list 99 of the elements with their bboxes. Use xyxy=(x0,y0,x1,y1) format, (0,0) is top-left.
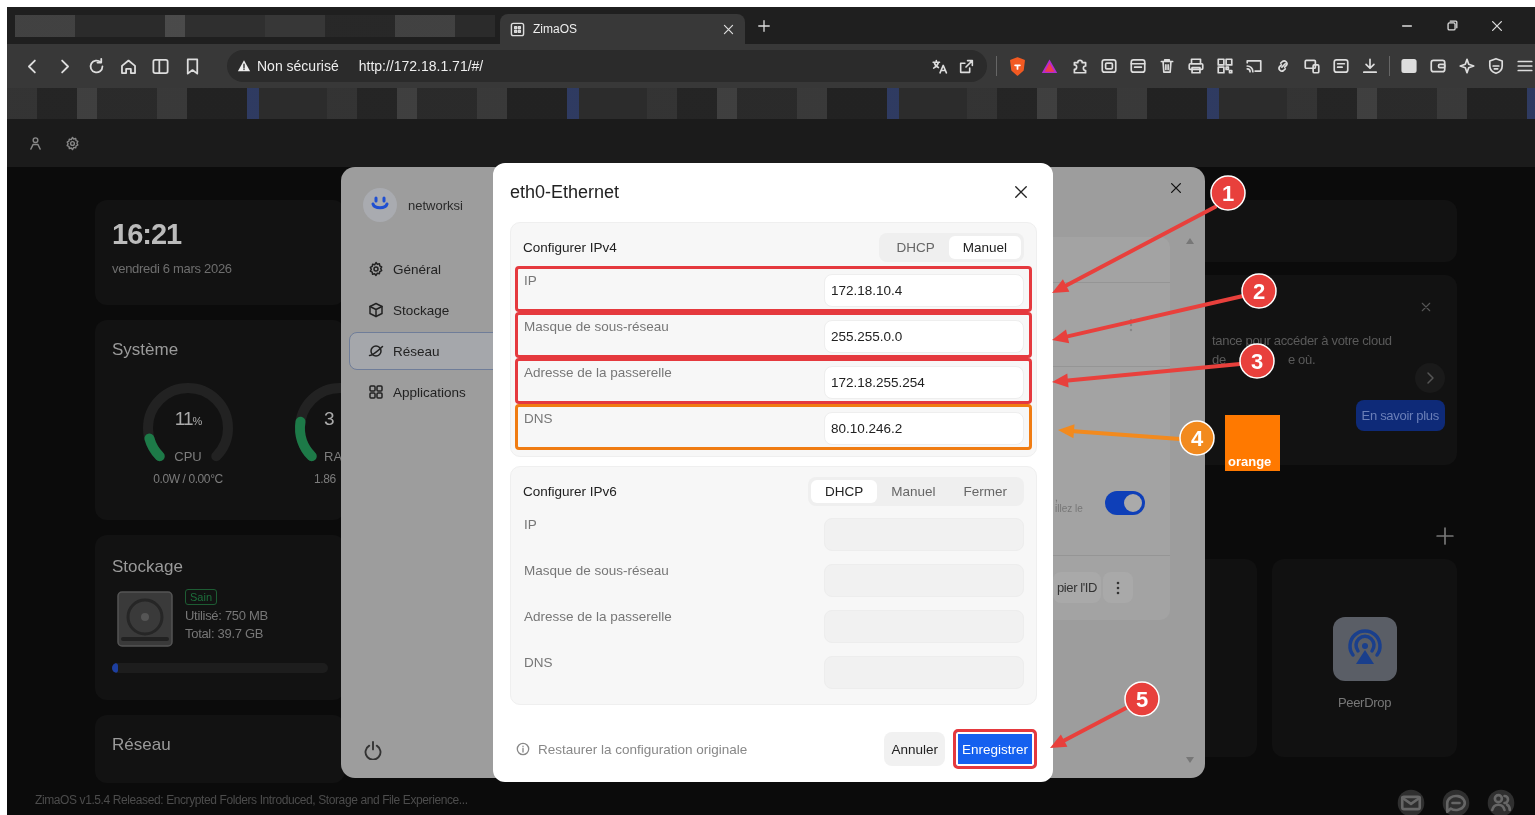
download-icon[interactable] xyxy=(1361,57,1380,75)
step-badge: 4 xyxy=(1179,420,1215,456)
info-icon xyxy=(516,742,530,756)
reload-icon[interactable] xyxy=(87,56,106,76)
learn-more-button[interactable]: En savoir plus xyxy=(1355,400,1445,431)
card-title: Stockage xyxy=(112,557,184,577)
power-icon[interactable] xyxy=(363,740,383,760)
cancel-button[interactable]: Annuler xyxy=(884,732,945,766)
browser-tab[interactable]: ZimaOS xyxy=(500,14,745,44)
mail-icon[interactable] xyxy=(1397,789,1425,815)
toggle-switch[interactable] xyxy=(1105,490,1145,515)
devices-icon[interactable] xyxy=(1303,57,1322,75)
clock-date: vendredi 6 mars 2026 xyxy=(112,261,233,276)
sparkle-icon[interactable] xyxy=(1458,57,1476,75)
wallet-icon[interactable] xyxy=(1429,57,1447,75)
field-label: IP xyxy=(524,517,537,532)
avatar-icon[interactable] xyxy=(363,188,397,222)
shield-icon[interactable] xyxy=(1487,57,1505,75)
input-field[interactable]: 172.18.10.4 xyxy=(824,274,1024,307)
close-icon[interactable] xyxy=(1490,18,1504,33)
field-label: DNS xyxy=(524,411,553,426)
mode-tab[interactable]: Manuel xyxy=(948,236,1021,259)
gauge-detail: 1.86 xyxy=(313,472,336,486)
section-title: Configurer IPv4 xyxy=(523,240,617,255)
gear-icon[interactable] xyxy=(65,135,80,151)
field-label: Adresse de la passerelle xyxy=(524,609,672,624)
mode-tab[interactable]: DHCP xyxy=(882,236,949,259)
field-label: Masque de sous-réseau xyxy=(524,319,669,334)
storage-total: Total: 39.7 GB xyxy=(185,626,264,641)
broadcast-icon[interactable] xyxy=(1332,617,1397,681)
logo: orange xyxy=(1225,415,1280,471)
nav-item[interactable]: Applications xyxy=(349,373,509,411)
printer-icon[interactable] xyxy=(1187,57,1206,75)
people-icon[interactable] xyxy=(1487,789,1515,815)
mode-tab[interactable]: Fermer xyxy=(949,480,1021,503)
gauge-detail: 0.0W / 0.00°C xyxy=(153,472,223,486)
card-title: Réseau xyxy=(112,735,172,755)
gauge-value: 11% xyxy=(173,408,203,430)
gear-icon xyxy=(368,261,384,277)
cast-icon[interactable] xyxy=(1245,57,1264,75)
field-label: IP xyxy=(524,273,537,288)
gauge-value: 3 xyxy=(323,408,335,430)
clock-time: 16:21 xyxy=(112,218,183,251)
description-text: , xyxy=(1055,491,1059,503)
user-name: networksi xyxy=(408,197,463,213)
chat-icon[interactable] xyxy=(1442,789,1470,815)
qr-code-icon[interactable] xyxy=(1216,57,1235,75)
share-icon[interactable] xyxy=(958,57,976,75)
url-text: http://172.18.1.71/#/ xyxy=(358,58,484,74)
gauge-label: RA xyxy=(323,449,344,464)
person-icon[interactable] xyxy=(28,135,43,151)
triangle-icon[interactable] xyxy=(1040,56,1060,76)
info-text: e où. xyxy=(1287,352,1316,367)
kebab-icon xyxy=(1116,580,1121,595)
panel-icon[interactable] xyxy=(1400,57,1418,75)
app-name: PeerDrop xyxy=(1337,695,1392,710)
status-badge: Sain xyxy=(185,589,218,605)
mode-tab[interactable]: DHCP xyxy=(810,480,878,503)
screenshot-icon[interactable] xyxy=(1100,57,1119,75)
tab-title: ZimaOS xyxy=(533,22,577,36)
cube-icon xyxy=(368,302,384,318)
close-icon[interactable] xyxy=(722,22,735,36)
input-field[interactable]: 80.10.246.2 xyxy=(824,412,1024,445)
copy-id-button[interactable]: pier l'ID xyxy=(1053,572,1102,603)
step-badge: 2 xyxy=(1241,273,1277,309)
maximize-icon[interactable] xyxy=(1445,18,1459,33)
storage-used: Utilisé: 750 MB xyxy=(185,608,268,623)
grid-icon xyxy=(510,21,525,37)
lion-shield-icon[interactable] xyxy=(1008,56,1028,76)
security-label: Non sécurisé xyxy=(257,58,339,74)
step-badge: 5 xyxy=(1124,681,1160,717)
mode-tab[interactable]: Manuel xyxy=(877,480,950,503)
translate-icon[interactable] xyxy=(931,57,949,75)
plus-icon[interactable] xyxy=(1436,527,1454,545)
nav-item[interactable]: Général xyxy=(349,250,509,288)
gauge-label: CPU xyxy=(173,449,203,464)
input-field[interactable]: 172.18.255.254 xyxy=(824,366,1024,399)
window-icon[interactable] xyxy=(1129,57,1148,75)
close-icon[interactable] xyxy=(1169,181,1183,195)
dialog-title: eth0-Ethernet xyxy=(510,181,620,203)
grid-icon xyxy=(368,384,384,400)
input-field[interactable]: 255.255.0.0 xyxy=(824,320,1024,353)
restore-link[interactable]: Restaurer la configuration originale xyxy=(538,741,748,757)
card-title: Système xyxy=(112,340,180,360)
field-label: Adresse de la passerelle xyxy=(524,365,672,380)
info-text: de xyxy=(1212,352,1226,367)
warning-icon xyxy=(237,59,251,73)
field-label: DNS xyxy=(524,655,553,670)
section-title: Configurer IPv6 xyxy=(523,484,617,499)
sidebar-icon[interactable] xyxy=(151,56,170,76)
step-badge: 1 xyxy=(1210,175,1246,211)
close-icon[interactable] xyxy=(1014,185,1028,199)
reader-icon[interactable] xyxy=(1332,57,1351,75)
hard-drive-icon xyxy=(115,589,175,649)
save-button[interactable]: Enregistrer xyxy=(952,729,1037,769)
nav-item[interactable]: Stockage xyxy=(349,291,509,329)
address-bar[interactable]: Non sécurisé http://172.18.1.71/#/ xyxy=(227,50,988,82)
field-label: Masque de sous-réseau xyxy=(524,563,669,578)
planet-icon xyxy=(368,343,384,359)
